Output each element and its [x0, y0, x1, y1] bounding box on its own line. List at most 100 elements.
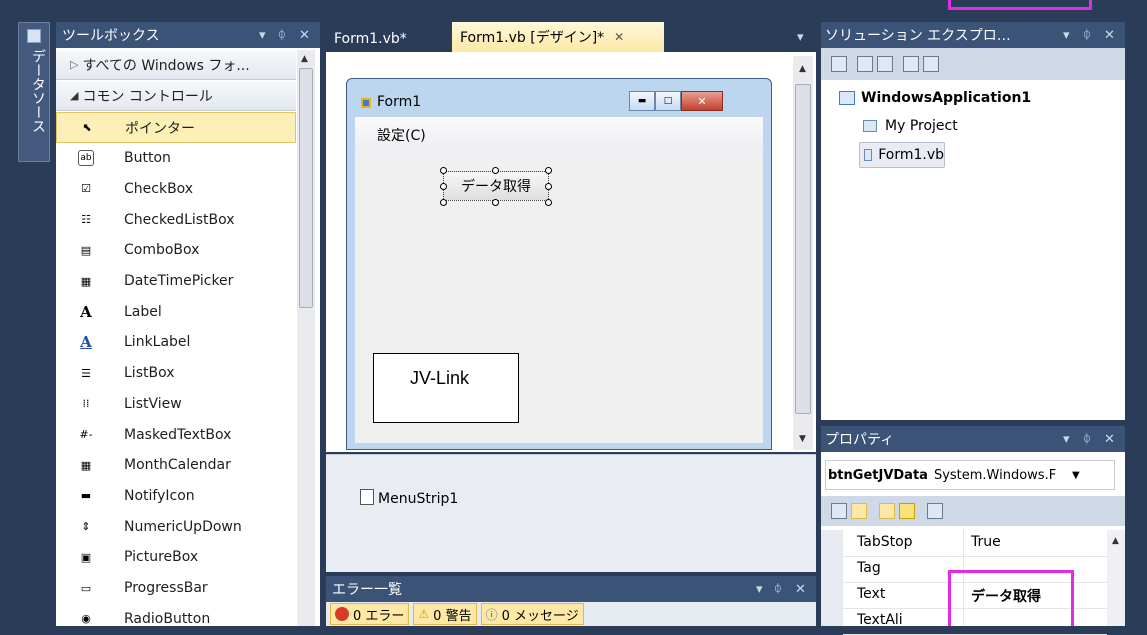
maximize-icon[interactable]: □ [655, 91, 681, 111]
toolbox-item-label: Label [124, 303, 162, 320]
item-label: Form1.vb [878, 147, 944, 163]
toolbox-item[interactable]: ab Button [56, 143, 296, 174]
filter-messages[interactable]: ⓘ 0 メッセージ [480, 603, 584, 625]
refresh-icon[interactable] [877, 56, 893, 72]
close-icon[interactable]: ✕ [795, 582, 806, 597]
solution-item-form1[interactable]: Form1.vb [859, 142, 945, 168]
pin-icon[interactable]: ᛰ [278, 28, 286, 43]
tab-close-icon[interactable]: ✕ [614, 30, 624, 44]
form-window[interactable]: Form1 ▬ □ ✕ 設定(C) データ取得 JV-Link [346, 78, 772, 450]
pin-icon[interactable]: ᛰ [774, 582, 782, 597]
view-code-icon[interactable] [903, 56, 919, 72]
dropdown-icon[interactable]: ▾ [259, 28, 266, 43]
toolbox-item[interactable]: ☰ ListBox [56, 358, 296, 389]
tab-list-dropdown-icon[interactable]: ▾ [797, 30, 804, 45]
pin-icon[interactable]: ᛰ [1083, 28, 1091, 43]
events-icon[interactable] [899, 503, 915, 519]
toolbox-item[interactable]: ☑ CheckBox [56, 173, 296, 204]
tray-menustrip[interactable]: MenuStrip1 [378, 491, 458, 507]
resize-handle[interactable] [545, 199, 552, 206]
toolbox-item[interactable]: ▦ MonthCalendar [56, 450, 296, 481]
close-icon[interactable]: ✕ [1104, 432, 1115, 447]
datasource-strip[interactable]: データソース [18, 22, 50, 162]
close-icon[interactable]: ✕ [1104, 28, 1115, 43]
chevron-down-icon[interactable]: ▼ [1072, 470, 1080, 481]
property-name[interactable]: TabStop [857, 534, 913, 550]
form-file-icon [864, 149, 873, 161]
property-name[interactable]: Tag [857, 560, 881, 576]
toolbox-item[interactable]: A Label [56, 296, 296, 327]
toolbox-item[interactable]: ⬉ ポインター [56, 112, 296, 143]
alphabetical-icon[interactable] [851, 503, 867, 519]
toolbox-list: ▷ すべての Windows フォ... ◢ コモン コントロール ⬉ ポインター ab… [56, 48, 296, 626]
toolbox-group-common[interactable]: ◢ コモン コントロール [56, 81, 296, 111]
filter-label: 0 メッセージ [501, 608, 579, 624]
toolbox-item[interactable]: A LinkLabel [56, 327, 296, 358]
toolbox-item[interactable]: ☷ CheckedListBox [56, 204, 296, 235]
show-all-files-icon[interactable] [857, 56, 873, 72]
editor-tab-1[interactable]: Form1.vb [デザイン]* ✕ [452, 22, 664, 52]
menu-strip[interactable]: 設定(C) [355, 117, 763, 151]
pin-icon[interactable]: ᛰ [1083, 432, 1091, 447]
toolbox-item[interactable]: ⁞⁞ ListView [56, 388, 296, 419]
toolbox-item-label: NotifyIcon [124, 487, 195, 504]
toolbox-group-all[interactable]: ▷ すべての Windows フォ... [56, 50, 296, 80]
toolbox-item[interactable]: #- MaskedTextBox [56, 419, 296, 450]
jvlink-control[interactable]: JV-Link [373, 353, 519, 423]
toolbox-item[interactable]: ▤ ComboBox [56, 235, 296, 266]
toolbox-titlebar: ツールボックス ▾ ᛰ ✕ [56, 22, 320, 48]
object-selector[interactable]: btnGetJVData System.Windows.F ▼ [825, 460, 1115, 490]
view-designer-icon[interactable] [923, 56, 939, 72]
properties-titlebar: プロパティ ▾ ᛰ ✕ [821, 426, 1125, 452]
filter-label: 0 警告 [433, 608, 472, 624]
project-icon [839, 91, 855, 105]
property-pages-icon[interactable] [927, 503, 943, 519]
resize-handle[interactable] [440, 183, 447, 190]
filter-errors[interactable]: 0 エラー [330, 603, 410, 625]
resize-handle[interactable] [440, 199, 447, 206]
categorized-icon[interactable] [831, 503, 847, 519]
properties-view-icon[interactable] [879, 503, 895, 519]
resize-handle[interactable] [545, 183, 552, 190]
scroll-up-icon[interactable]: ▲ [799, 64, 806, 74]
solution-item-my-project[interactable]: My Project [863, 118, 958, 134]
my-project-icon [863, 120, 877, 132]
scroll-up-icon[interactable]: ▲ [1112, 536, 1119, 546]
dropdown-icon[interactable]: ▾ [756, 582, 763, 597]
scroll-thumb[interactable] [795, 84, 811, 414]
property-name[interactable]: Text [857, 586, 885, 602]
toolbox-item[interactable]: ▣ PictureBox [56, 542, 296, 573]
property-scrollbar[interactable]: ▲ [1107, 530, 1125, 626]
scroll-down-icon[interactable]: ▼ [799, 434, 806, 444]
dropdown-icon[interactable]: ▾ [1063, 432, 1070, 447]
designer-scrollbar[interactable]: ▲ ▼ [793, 56, 813, 450]
get-data-button[interactable]: データ取得 [443, 171, 549, 201]
toolbox-item[interactable]: ◉ RadioButton [56, 603, 296, 626]
picturebox-icon: ▣ [80, 550, 92, 564]
resize-handle[interactable] [545, 167, 552, 174]
resize-handle[interactable] [492, 167, 499, 174]
resize-handle[interactable] [492, 199, 499, 206]
solution-project[interactable]: WindowsApplication1 [839, 90, 1031, 106]
scroll-up-icon[interactable]: ▲ [301, 54, 308, 64]
dropdown-icon[interactable]: ▾ [1063, 28, 1070, 43]
toolbox-item[interactable]: ▦ DateTimePicker [56, 266, 296, 297]
editor-tab-0[interactable]: Form1.vb* [326, 26, 438, 52]
toolbox-scrollbar[interactable]: ▲ [297, 50, 315, 626]
menu-item-settings[interactable]: 設定(C) [377, 125, 426, 145]
toolbox-item-label: ListBox [124, 365, 175, 382]
highlight-box-text-value [948, 570, 1074, 626]
collapse-icon: ◢ [70, 89, 79, 102]
close-icon[interactable]: ✕ [681, 91, 723, 111]
toolbox-item[interactable]: ⇕ NumericUpDown [56, 511, 296, 542]
property-value[interactable]: True [971, 534, 1001, 550]
properties-icon[interactable] [831, 56, 847, 72]
close-icon[interactable]: ✕ [299, 28, 310, 43]
scroll-thumb[interactable] [299, 68, 313, 308]
toolbox-item[interactable]: ▭ ProgressBar [56, 573, 296, 604]
toolbox-item[interactable]: ▬ NotifyIcon [56, 480, 296, 511]
resize-handle[interactable] [440, 167, 447, 174]
maskedtextbox-icon: #- [79, 428, 93, 441]
filter-warnings[interactable]: ⚠ 0 警告 [413, 603, 477, 625]
minimize-icon[interactable]: ▬ [629, 91, 655, 111]
